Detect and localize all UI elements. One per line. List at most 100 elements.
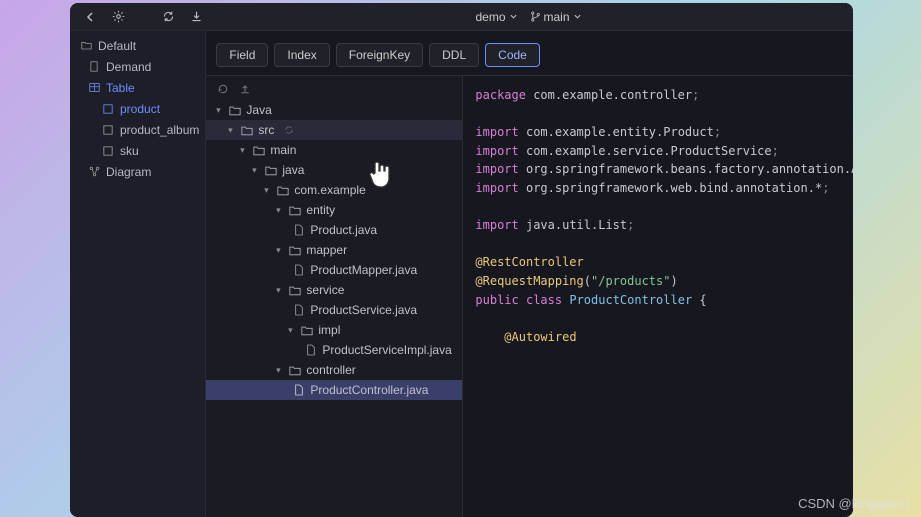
sidebar-label: sku xyxy=(120,144,139,158)
titlebar: demo main xyxy=(70,3,853,31)
tree-label: ProductService.java xyxy=(310,303,417,317)
folder-icon xyxy=(288,205,302,216)
tree-node-controller[interactable]: ▾ controller xyxy=(206,360,462,380)
folder-icon xyxy=(264,165,278,176)
code-editor[interactable]: package com.example.controller; import c… xyxy=(463,76,853,517)
tree-label: service xyxy=(306,283,344,297)
tree-label: src xyxy=(258,123,274,137)
tree-node-java[interactable]: ▾ Java xyxy=(206,100,462,120)
folder-icon xyxy=(252,145,266,156)
tab-ddl[interactable]: DDL xyxy=(429,43,479,67)
caret-down-icon: ▾ xyxy=(272,365,284,376)
caret-down-icon: ▾ xyxy=(260,185,272,196)
tree-node-mapper[interactable]: ▾ mapper xyxy=(206,240,462,260)
sidebar-item-table[interactable]: Table xyxy=(70,77,205,98)
tree-label: ProductController.java xyxy=(310,383,428,397)
tree-file-productmapper[interactable]: ProductMapper.java xyxy=(206,260,462,280)
tree-label: com.example xyxy=(294,183,365,197)
caret-down-icon: ▾ xyxy=(284,325,296,336)
sidebar-label: Table xyxy=(106,81,135,95)
tree-label: entity xyxy=(306,203,335,217)
tree-file-productcontroller[interactable]: ProductController.java xyxy=(206,380,462,400)
refresh-icon[interactable] xyxy=(216,82,230,96)
tabs: Field Index ForeignKey DDL Code xyxy=(206,31,853,75)
sidebar-label: product xyxy=(120,102,160,116)
tree-label: main xyxy=(270,143,296,157)
sidebar: Default Demand Table product product_alb… xyxy=(70,31,206,517)
sync-small-icon[interactable] xyxy=(282,123,296,137)
sidebar-label: product_album xyxy=(120,123,199,137)
caret-down-icon: ▾ xyxy=(272,245,284,256)
sidebar-item-product-album[interactable]: product_album xyxy=(70,119,205,140)
file-tree: ▾ Java ▾ src ▾ main xyxy=(206,76,463,517)
tree-node-entity[interactable]: ▾ entity xyxy=(206,200,462,220)
branch-selector[interactable]: main xyxy=(530,10,582,24)
folder-icon xyxy=(276,185,290,196)
sidebar-label: Demand xyxy=(106,60,151,74)
branch-icon xyxy=(530,11,541,22)
tab-foreignkey[interactable]: ForeignKey xyxy=(336,43,423,67)
file-icon xyxy=(292,224,306,236)
sidebar-item-default[interactable]: Default xyxy=(70,35,205,56)
file-icon xyxy=(304,344,318,356)
sidebar-label: Diagram xyxy=(106,165,151,179)
sidebar-item-demand[interactable]: Demand xyxy=(70,56,205,77)
tree-label: controller xyxy=(306,363,355,377)
project-name: demo xyxy=(475,10,505,24)
tree-file-productservice[interactable]: ProductService.java xyxy=(206,300,462,320)
folder-icon xyxy=(80,40,92,52)
tab-field[interactable]: Field xyxy=(216,43,268,67)
tree-label: ProductMapper.java xyxy=(310,263,417,277)
tree-file-product[interactable]: Product.java xyxy=(206,220,462,240)
caret-down-icon: ▾ xyxy=(248,165,260,176)
tree-node-main[interactable]: ▾ main xyxy=(206,140,462,160)
caret-down-icon: ▾ xyxy=(236,145,248,156)
watermark: CSDN @kingapex1 xyxy=(798,496,911,511)
tree-file-productserviceimpl[interactable]: ProductServiceImpl.java xyxy=(206,340,462,360)
tree-node-src[interactable]: ▾ src xyxy=(206,120,462,140)
chevron-down-icon xyxy=(573,12,582,21)
table-item-icon xyxy=(102,103,114,115)
download-button[interactable] xyxy=(186,7,206,27)
caret-down-icon: ▾ xyxy=(212,105,224,116)
back-button[interactable] xyxy=(80,7,100,27)
upload-icon[interactable] xyxy=(238,82,252,96)
branch-name: main xyxy=(544,10,570,24)
project-selector[interactable]: demo xyxy=(475,10,517,24)
tree-label: Java xyxy=(246,103,271,117)
sidebar-item-sku[interactable]: sku xyxy=(70,140,205,161)
tree-label: ProductServiceImpl.java xyxy=(322,343,451,357)
sidebar-item-product[interactable]: product xyxy=(70,98,205,119)
file-icon xyxy=(292,264,306,276)
folder-icon xyxy=(240,125,254,136)
tree-label: java xyxy=(282,163,304,177)
sidebar-item-diagram[interactable]: Diagram xyxy=(70,161,205,182)
folder-icon xyxy=(288,245,302,256)
file-icon xyxy=(292,384,306,396)
sidebar-label: Default xyxy=(98,39,136,53)
app-window: demo main Default Demand Table xyxy=(70,3,853,517)
tab-code[interactable]: Code xyxy=(485,43,540,67)
folder-icon xyxy=(288,365,302,376)
folder-icon xyxy=(300,325,314,336)
diagram-icon xyxy=(88,166,100,178)
caret-down-icon: ▾ xyxy=(224,125,236,136)
document-icon xyxy=(88,61,100,73)
sync-button[interactable] xyxy=(158,7,178,27)
tree-toolbar xyxy=(206,80,462,100)
caret-down-icon: ▾ xyxy=(272,285,284,296)
tree-node-comexample[interactable]: ▾ com.example xyxy=(206,180,462,200)
tree-label: Product.java xyxy=(310,223,377,237)
tab-index[interactable]: Index xyxy=(274,43,329,67)
file-icon xyxy=(292,304,306,316)
table-item-icon xyxy=(102,145,114,157)
settings-button[interactable] xyxy=(108,7,128,27)
folder-icon xyxy=(288,285,302,296)
chevron-down-icon xyxy=(509,12,518,21)
tree-node-service[interactable]: ▾ service xyxy=(206,280,462,300)
table-item-icon xyxy=(102,124,114,136)
tree-node-impl[interactable]: ▾ impl xyxy=(206,320,462,340)
main-panel: Field Index ForeignKey DDL Code ▾ Java xyxy=(206,31,853,517)
tree-node-java2[interactable]: ▾ java xyxy=(206,160,462,180)
tree-label: mapper xyxy=(306,243,347,257)
